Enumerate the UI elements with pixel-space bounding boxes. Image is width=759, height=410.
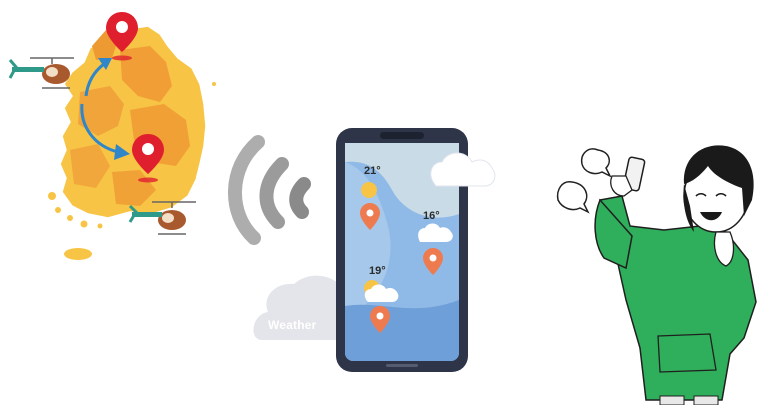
temperature-label: 16° [423,210,440,222]
cloud-label: Weather [268,318,317,332]
temperature-label: 21° [364,165,381,177]
person-with-phone [556,145,757,406]
speech-bubble-icon [556,181,590,214]
sun-icon [361,182,377,198]
weather-illustration: 21° 16° 19° Weather [0,0,759,406]
home-indicator [386,364,418,367]
wifi-signal-icon [228,135,311,245]
speech-bubble-icon [580,148,612,178]
jeju-island [64,248,92,260]
korea-map [8,12,216,260]
temperature-label: 19° [369,265,386,277]
